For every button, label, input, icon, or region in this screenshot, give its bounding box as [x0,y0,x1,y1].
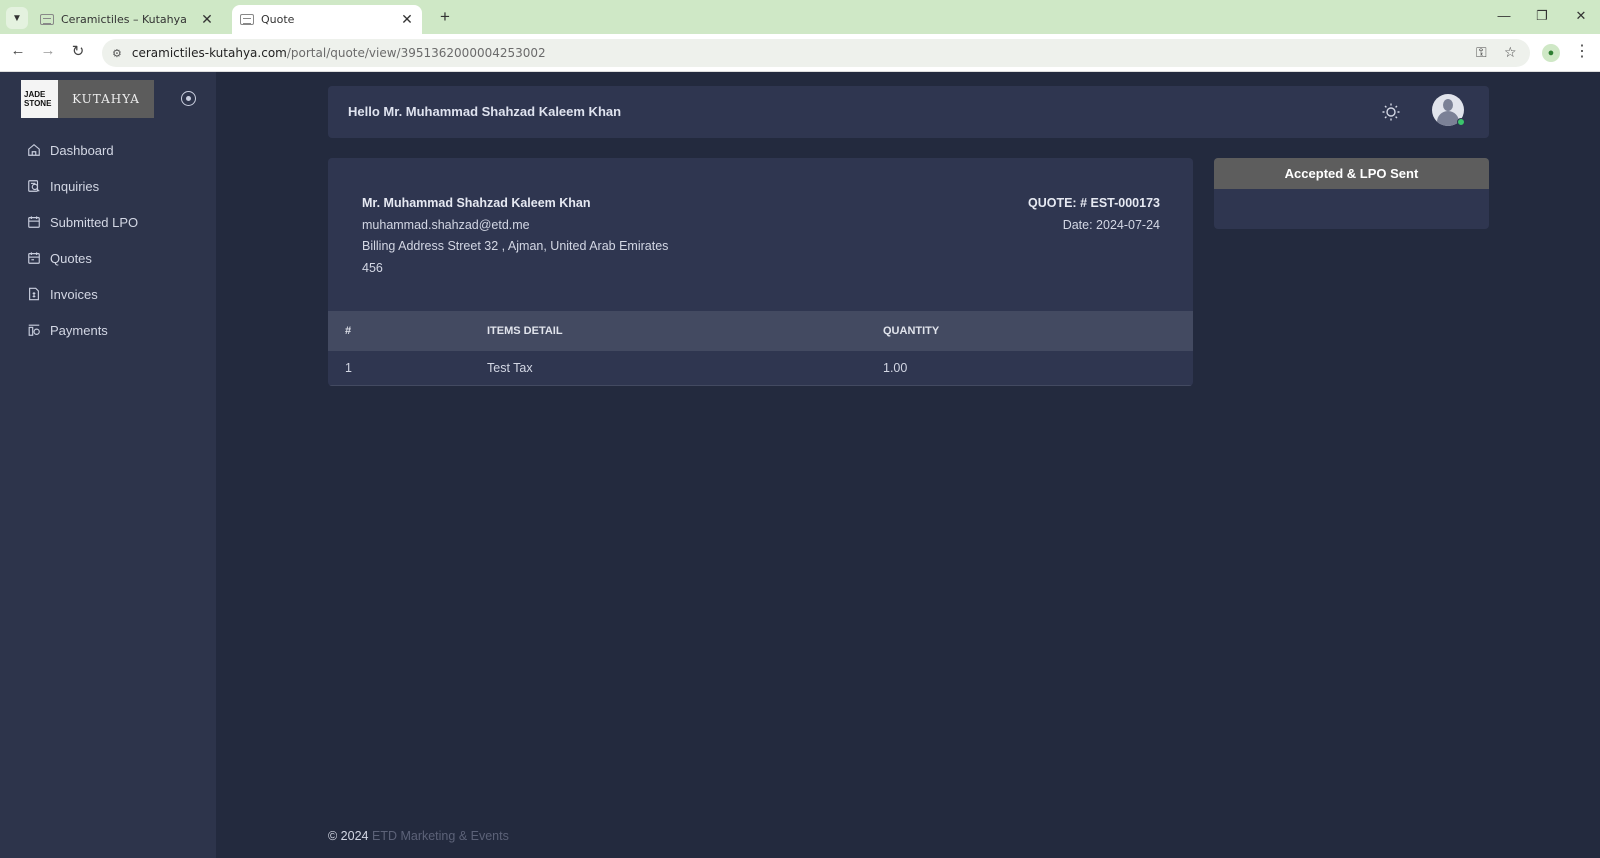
footer-copyright: © 2024 [328,829,369,843]
column-header-index: # [345,325,352,337]
quote-meta: QUOTE: # EST-000173 Date: 2024-07-24 [1028,193,1160,236]
customer-email: muhammad.shahzad@etd.me [362,217,530,232]
sidebar-nav: Dashboard Inquiries Submitted LPO Quotes… [0,132,216,348]
page-favicon-icon [240,14,254,25]
browser-toolbar: ← → ↻ ⚙ ceramictiles-kutahya.com/portal/… [0,34,1600,72]
sidebar-item-inquiries[interactable]: Inquiries [0,168,216,204]
sidebar-toggle-icon[interactable] [181,91,196,106]
close-window-icon[interactable]: ✕ [1571,8,1591,24]
tab-title: Ceramictiles – Kutahya [61,13,187,26]
quote-number: QUOTE: # EST-000173 [1027,196,1160,210]
url-path: /portal/quote/view/3951362000004253002 [286,46,546,60]
browser-tab[interactable]: Ceramictiles – Kutahya ✕ [32,5,222,34]
sidebar-item-label: Dashboard [50,142,114,158]
reload-icon[interactable]: ↻ [68,42,88,60]
calendar-icon [28,216,40,228]
quote-status-card: Accepted & LPO Sent [1214,158,1489,229]
logo-kutahya: KUTAHYA [58,80,154,118]
profile-icon[interactable]: ● [1542,44,1560,62]
postal-code: 456 [362,260,383,275]
browser-tab-bar: ▼ Ceramictiles – Kutahya ✕ Quote ✕ + — ❐… [0,0,1600,34]
close-tab-icon[interactable]: ✕ [200,12,214,28]
payments-icon [28,324,40,336]
sidebar-item-submitted-lpo[interactable]: Submitted LPO [0,204,216,240]
row-quantity: 1.00 [883,361,908,375]
quote-details-card: Mr. Muhammad Shahzad Kaleem Khan muhamma… [328,158,1193,386]
home-icon [28,144,40,156]
row-index: 1 [345,361,352,375]
quote-date: Date: 2024-07-24 [1062,217,1160,232]
forward-icon[interactable]: → [38,42,58,59]
footer: © 2024 ETD Marketing & Events [328,829,509,843]
column-header-quantity: QUANTITY [883,325,940,337]
tab-title: Quote [261,13,295,26]
company-logo[interactable]: JADE STONE KUTAHYA [21,80,154,118]
sidebar-item-label: Inquiries [50,178,100,194]
browser-tab-active[interactable]: Quote ✕ [232,5,422,34]
tab-search-button[interactable]: ▼ [6,7,28,29]
password-key-icon[interactable]: ⚿ [1476,45,1487,61]
sidebar-item-payments[interactable]: Payments [0,312,216,348]
customer-name: Mr. Muhammad Shahzad Kaleem Khan [362,196,591,210]
address-bar[interactable]: ⚙ ceramictiles-kutahya.com/portal/quote/… [102,39,1530,67]
minimize-icon[interactable]: — [1494,8,1514,23]
table-row: 1 Test Tax 1.00 [328,351,1193,386]
sidebar: JADE STONE KUTAHYA Dashboard Inquiries S… [0,72,216,858]
row-item: Test Tax [487,361,533,375]
inquiries-icon [28,180,40,192]
calendar-icon [28,252,40,264]
greeting-text: Hello Mr. Muhammad Shahzad Kaleem Khan [348,104,622,119]
bookmark-star-icon[interactable]: ☆ [1504,45,1517,61]
back-icon[interactable]: ← [8,42,28,59]
page-favicon-icon [40,14,54,25]
sidebar-item-label: Quotes [50,250,92,266]
url-host: ceramictiles-kutahya.com [131,46,287,60]
top-header: Hello Mr. Muhammad Shahzad Kaleem Khan [328,86,1489,138]
column-header-items-detail: ITEMS DETAIL [487,325,563,337]
theme-toggle-sun-icon[interactable] [1381,102,1401,122]
sidebar-item-label: Invoices [50,286,98,302]
site-settings-icon[interactable]: ⚙ [112,47,122,60]
browser-menu-icon[interactable]: ⋮ [1574,41,1590,61]
invoice-icon [29,287,39,301]
sidebar-item-label: Payments [50,322,108,338]
sidebar-item-label: Submitted LPO [50,214,139,230]
billing-address: Billing Address Street 32 , Ajman, Unite… [362,239,669,253]
sidebar-item-invoices[interactable]: Invoices [0,276,216,312]
status-badge: Accepted & LPO Sent [1214,158,1489,189]
customer-info: Mr. Muhammad Shahzad Kaleem Khan muhamma… [362,193,668,279]
new-tab-button[interactable]: + [434,7,456,27]
table-header: # ITEMS DETAIL QUANTITY [328,311,1193,351]
online-status-dot [1457,118,1465,126]
sidebar-item-quotes[interactable]: Quotes [0,240,216,276]
logo-jade-stone: JADE STONE [21,80,58,118]
sidebar-item-dashboard[interactable]: Dashboard [0,132,216,168]
restore-icon[interactable]: ❐ [1532,8,1552,24]
footer-brand-link[interactable]: ETD Marketing & Events [372,829,509,843]
close-tab-icon[interactable]: ✕ [400,12,414,28]
